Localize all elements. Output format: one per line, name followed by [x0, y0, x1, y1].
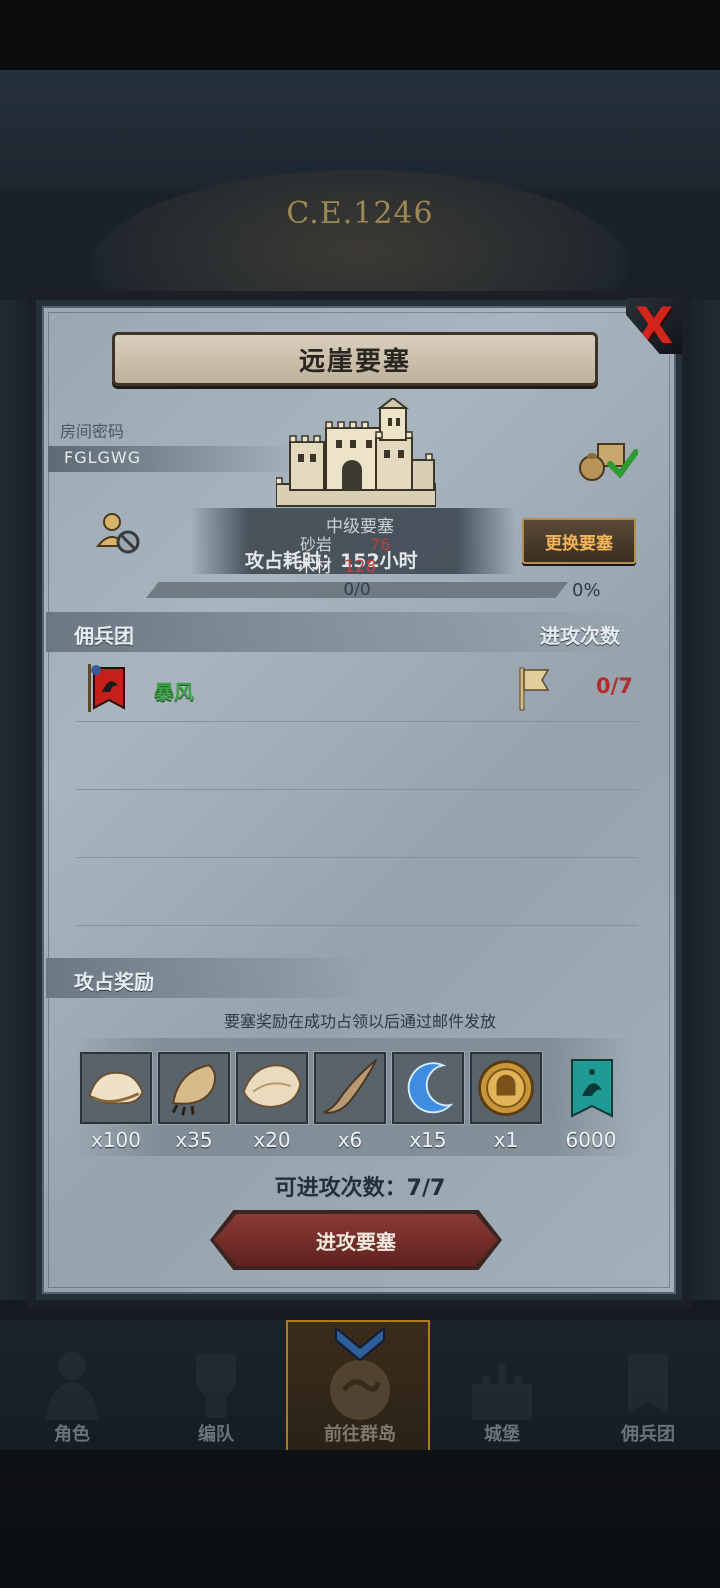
nav-label: 角色	[54, 1424, 90, 1445]
game-screen: C.E.1246 X 远崖要塞 房间密码 FGLGWG 中级要塞 砂岩 76 攻…	[0, 0, 720, 1588]
guild-row-empty	[76, 722, 638, 790]
claw-icon[interactable]	[158, 1052, 230, 1124]
wood-value: 128	[344, 557, 377, 577]
reward-qty: x35	[175, 1128, 213, 1152]
change-fortress-label: 更换要塞	[545, 533, 613, 554]
fortress-castle-icon	[276, 398, 436, 507]
mercenary-section-title: 佣兵团	[74, 624, 134, 648]
nav-label: 编队	[198, 1424, 234, 1445]
hide-icon[interactable]	[236, 1052, 308, 1124]
nav-label: 佣兵团	[621, 1424, 675, 1445]
reward-section-title: 攻占奖励	[74, 970, 154, 994]
reward-qty: x6	[337, 1128, 363, 1152]
flag-icon	[519, 667, 550, 711]
background-right-edge	[686, 300, 720, 1300]
attack-fortress-button[interactable]: 进攻要塞	[214, 1214, 498, 1266]
attacks-column-header: 进攻次数	[540, 624, 620, 648]
castle-icon	[472, 1364, 532, 1420]
crescent-gem-icon[interactable]	[392, 1052, 464, 1124]
knight-medal-icon[interactable]	[470, 1052, 542, 1124]
capture-progress-percent: 0%	[572, 580, 601, 601]
reward-items: x100 x35 x20 x6 x15 x1 6000	[76, 1038, 636, 1156]
horn-icon[interactable]	[314, 1052, 386, 1124]
reward-qty: x20	[253, 1128, 291, 1152]
guild-attack-count: 0/7	[596, 674, 633, 698]
character-icon	[46, 1352, 98, 1420]
reward-note: 要塞奖励在成功占领以后通过邮件发放	[223, 1012, 496, 1031]
nav-item-mercenary[interactable]: 佣兵团	[576, 1320, 720, 1450]
nav-item-formation[interactable]: 编队	[144, 1320, 288, 1450]
reward-qty: x15	[409, 1128, 447, 1152]
wood-requirement: 木材 128	[298, 552, 376, 577]
dialog-title-plate: 远崖要塞	[112, 332, 598, 386]
room-code-value: FGLGWG	[64, 448, 142, 467]
guild-row[interactable]: 暴风 0/7	[76, 654, 638, 722]
active-nav-chevron-icon	[335, 1326, 385, 1362]
nav-item-castle[interactable]: 城堡	[430, 1320, 574, 1450]
nav-label: 前往群岛	[324, 1424, 396, 1445]
guild-name: 暴风	[154, 680, 194, 704]
background-left-edge	[0, 300, 34, 1300]
wood-label: 木材	[298, 557, 332, 577]
guild-row-empty	[76, 858, 638, 926]
nav-item-character[interactable]: 角色	[0, 1320, 144, 1450]
reward-qty: x100	[90, 1128, 141, 1152]
guild-banner-icon[interactable]	[556, 1052, 628, 1124]
attack-fortress-label: 进攻要塞	[316, 1229, 396, 1254]
nav-label: 城堡	[484, 1424, 520, 1445]
change-fortress-button[interactable]: 更换要塞	[522, 518, 636, 564]
reward-qty: 6000	[565, 1128, 617, 1152]
room-code-label: 房间密码	[60, 422, 125, 441]
formation-icon	[196, 1354, 236, 1418]
dialog-title: 远崖要塞	[298, 346, 411, 377]
background-year: C.E.1246	[286, 196, 434, 231]
capture-progress-text: 0/0	[343, 580, 371, 600]
supply-collected-icon[interactable]	[578, 438, 638, 484]
fur-pelt-icon[interactable]	[80, 1052, 152, 1124]
guild-banner-icon	[88, 664, 125, 712]
reward-qty: x1	[493, 1128, 519, 1152]
guild-row-empty	[76, 790, 638, 858]
mercenary-icon	[628, 1354, 668, 1414]
remaining-attempts: 可进攻次数：7/7	[274, 1176, 446, 1201]
